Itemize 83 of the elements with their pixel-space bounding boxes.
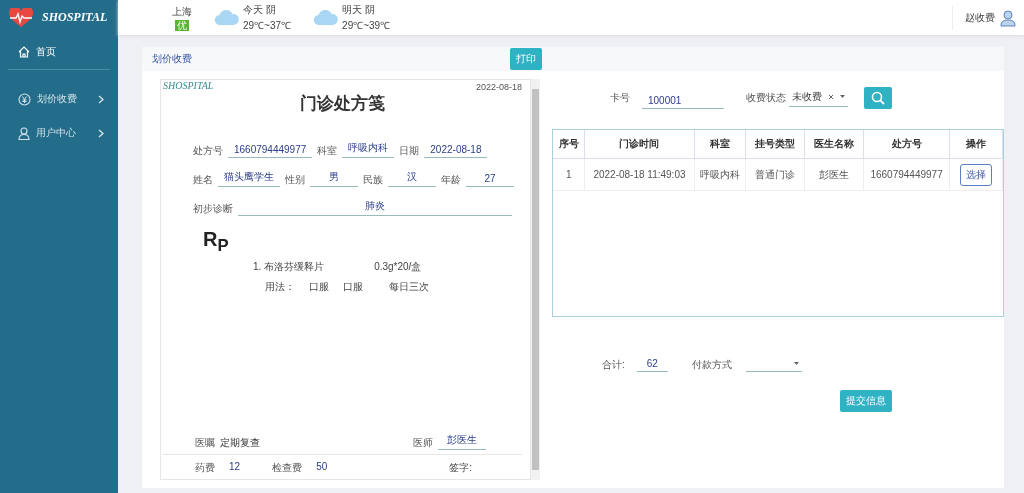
usage-value: 口服 xyxy=(343,280,363,294)
field-label: 医师 xyxy=(413,436,433,450)
chevron-right-icon xyxy=(98,128,104,138)
prescription-date: 2022-08-18 xyxy=(475,81,522,92)
usage-value: 每日三次 xyxy=(389,280,429,294)
field-value: 肺炎 xyxy=(238,199,512,216)
column-header: 处方号 xyxy=(863,130,950,159)
rp-symbol: R$_{P}$ xyxy=(203,228,230,256)
usage-label: 用法： xyxy=(265,280,295,294)
table-cell: 呼吸内科 xyxy=(694,158,746,191)
weather-day: 明天 阴 xyxy=(342,3,391,17)
scrollbar[interactable] xyxy=(531,79,540,480)
field-label: 民族 xyxy=(363,173,383,187)
avatar-icon[interactable] xyxy=(1000,8,1016,27)
nav-item[interactable]: 首页 xyxy=(8,35,110,70)
total-value: 62 xyxy=(636,357,668,372)
payment-method-label: 付款方式 xyxy=(691,357,732,372)
field-value: 猫头鹰学生 xyxy=(218,170,280,187)
field-label: 姓名 xyxy=(193,173,213,187)
field-label: 检查费 xyxy=(272,461,303,475)
table-cell: 彭医生 xyxy=(804,158,864,191)
field-label: 科室 xyxy=(317,144,338,158)
fee-value: 50 xyxy=(316,461,328,474)
user-icon xyxy=(18,126,30,140)
home-icon xyxy=(18,46,30,58)
search-icon xyxy=(871,91,885,105)
nav-item[interactable]: 划价收费 xyxy=(0,82,118,116)
card-number-label: 卡号 xyxy=(610,91,630,105)
temperature-range: 29℃~39℃ xyxy=(342,19,391,32)
field-value: 彭医生 xyxy=(438,433,486,450)
cloud-icon xyxy=(214,9,240,26)
heart-pulse-icon xyxy=(8,7,34,28)
prescription-title: 门诊处方笺 xyxy=(299,93,386,115)
table-cell: 1660794449977 xyxy=(863,158,950,191)
field-label: 年龄 xyxy=(441,173,461,187)
table-cell: 普通门诊 xyxy=(745,158,805,191)
column-header: 医生名称 xyxy=(804,130,864,159)
table-cell: 1 xyxy=(553,158,585,191)
cloud-icon xyxy=(313,9,340,26)
temperature-range: 29℃~37℃ xyxy=(243,19,292,32)
field-label: 医嘱 xyxy=(195,436,215,450)
card-title: 划价收费 xyxy=(152,52,193,66)
column-header: 操作 xyxy=(949,130,1003,159)
search-button[interactable] xyxy=(864,87,892,109)
column-header: 序号 xyxy=(553,130,585,159)
fee-value: 12 xyxy=(229,461,241,474)
total-label: 合计: xyxy=(602,357,625,372)
nav-item[interactable]: 用户中心 xyxy=(0,116,118,150)
caret-icon xyxy=(840,95,845,98)
field-label: 初步诊断 xyxy=(193,202,233,216)
field-value: 男 xyxy=(310,170,358,187)
field-label: 日期 xyxy=(399,144,420,158)
weather-day: 今天 阴 xyxy=(243,3,292,17)
column-header: 科室 xyxy=(694,130,746,159)
clear-icon[interactable] xyxy=(828,93,834,100)
yen-icon xyxy=(18,92,31,106)
medicine-name: 1. 布洛芬缓释片 xyxy=(253,260,325,274)
hospital-logo-text: SHOSPITAL xyxy=(163,80,214,92)
table-cell: 2022-08-18 11:49:03 xyxy=(584,158,695,191)
field-value: 27 xyxy=(466,173,514,187)
field-value: 1660794449977 xyxy=(228,144,313,158)
field-value: 2022-08-18 xyxy=(424,144,488,158)
city-name: 上海 xyxy=(172,4,192,19)
column-header: 挂号类型 xyxy=(745,130,805,159)
user-name: 赵收费 xyxy=(965,10,995,25)
field-label: 药费 xyxy=(195,461,215,475)
air-quality-badge: 优 xyxy=(175,19,189,31)
field-value: 呼吸内科 xyxy=(342,141,395,158)
select-button[interactable]: 选择 xyxy=(960,163,993,186)
status-label: 收费状态 xyxy=(746,91,786,105)
chevron-right-icon xyxy=(98,94,104,104)
usage-value: 口服 xyxy=(309,280,329,294)
medicine-spec: 0.3g*20/盒 xyxy=(374,260,422,274)
field-value: 汉 xyxy=(388,170,436,187)
column-header: 门诊时间 xyxy=(584,130,695,159)
card-number-field[interactable]: 100001 xyxy=(642,93,724,109)
advice-text: 定期复查 xyxy=(220,436,260,450)
caret-icon xyxy=(793,361,799,365)
field-label: 性别 xyxy=(285,173,305,187)
status-select[interactable]: 未收费 xyxy=(789,89,848,107)
signature-label: 签字: xyxy=(449,461,472,475)
logo-text: SHOSPITAL xyxy=(42,10,108,25)
field-label: 处方号 xyxy=(193,144,223,158)
